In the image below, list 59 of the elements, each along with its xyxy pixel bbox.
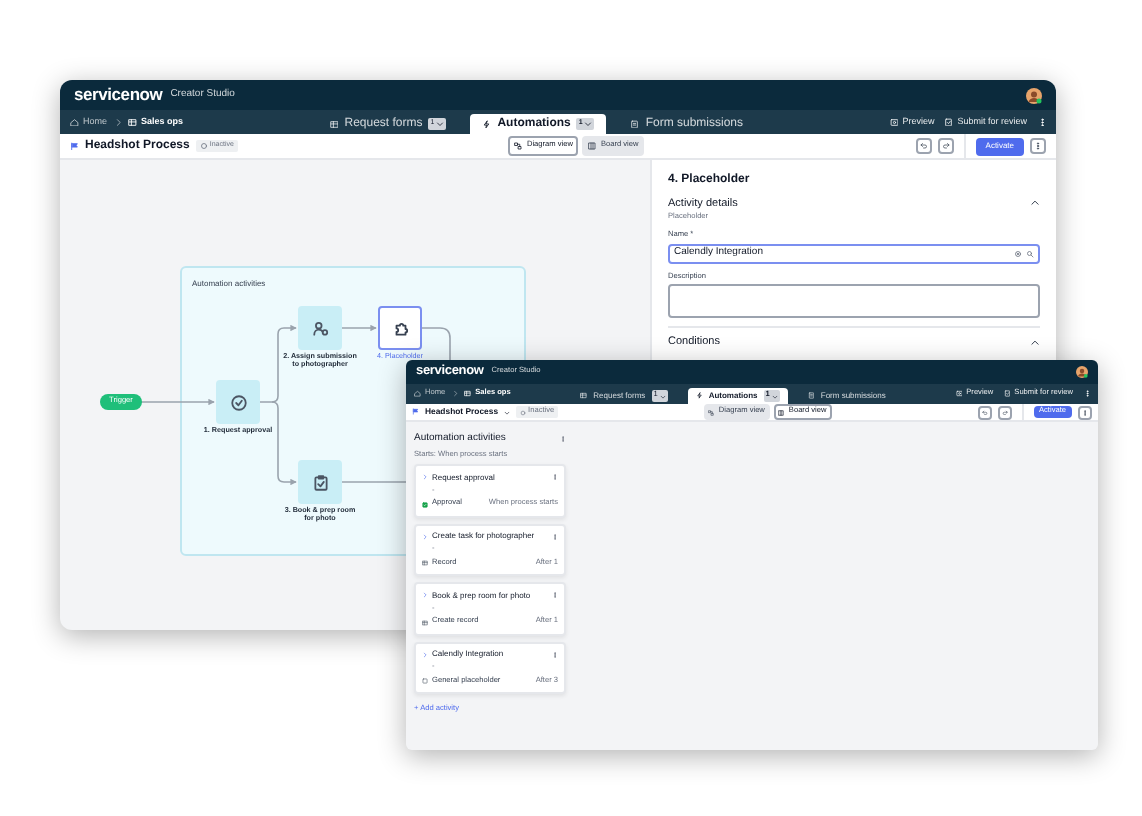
lightning-icon xyxy=(695,392,703,400)
lightning-icon xyxy=(482,119,492,129)
caret-down-icon xyxy=(436,120,445,128)
flag-icon xyxy=(412,408,419,416)
preview-icon xyxy=(889,117,899,127)
more-button[interactable] xyxy=(1030,138,1047,154)
caret-down-icon xyxy=(584,120,593,128)
chevron-right-icon[interactable] xyxy=(422,651,428,658)
redo-button[interactable] xyxy=(937,138,954,154)
grid-icon xyxy=(329,119,339,129)
more-button[interactable] xyxy=(1078,405,1093,419)
home-icon xyxy=(70,117,79,127)
diagram-icon xyxy=(708,409,715,415)
diagram-icon xyxy=(514,142,523,150)
clipboard-check-icon xyxy=(311,473,329,491)
undo-button[interactable] xyxy=(915,138,932,154)
check-circle-icon xyxy=(229,393,247,411)
redo-icon xyxy=(1001,409,1007,415)
checkbox-icon xyxy=(422,501,428,508)
flag-icon xyxy=(70,141,79,151)
activity-node[interactable] xyxy=(378,306,422,350)
columns-icon xyxy=(588,142,597,150)
columns-icon xyxy=(778,409,785,415)
document-check-icon xyxy=(944,117,954,127)
search-icon[interactable] xyxy=(1026,249,1034,258)
caret-down-icon xyxy=(771,393,778,399)
preview-icon xyxy=(955,390,963,398)
description-field[interactable] xyxy=(668,284,1040,319)
chevron-right-icon[interactable] xyxy=(422,474,428,481)
undo-icon xyxy=(981,409,987,415)
chevron-up-icon[interactable] xyxy=(1030,337,1040,348)
chevron-up-icon[interactable] xyxy=(1030,198,1040,208)
chevron-right-icon[interactable] xyxy=(422,592,428,599)
caret-down-icon[interactable] xyxy=(504,409,511,415)
redo-icon xyxy=(941,142,950,150)
clear-icon[interactable] xyxy=(1014,249,1022,258)
status-circle-icon xyxy=(199,142,208,150)
grid-icon xyxy=(464,390,472,398)
status-circle-icon xyxy=(520,409,527,415)
puzzle-icon xyxy=(391,319,409,337)
table-icon xyxy=(422,560,428,567)
undo-icon xyxy=(919,142,928,150)
avatar-icon[interactable] xyxy=(1076,366,1088,378)
undo-button[interactable] xyxy=(977,405,991,419)
grid-icon xyxy=(128,117,138,127)
avatar-icon[interactable] xyxy=(1026,87,1042,103)
table-icon xyxy=(422,619,428,626)
chevron-right-icon[interactable] xyxy=(422,533,428,540)
chevron-right-icon xyxy=(113,117,123,127)
logo: servicenow xyxy=(74,82,163,108)
home-icon xyxy=(414,390,421,398)
form-icon xyxy=(807,392,815,400)
grid-icon xyxy=(580,392,588,400)
more-icon xyxy=(1034,142,1043,150)
person-gear-icon xyxy=(311,319,329,337)
redo-button[interactable] xyxy=(997,405,1011,419)
document-check-icon xyxy=(1003,390,1011,398)
caret-down-icon xyxy=(659,393,666,399)
form-icon xyxy=(630,119,640,129)
